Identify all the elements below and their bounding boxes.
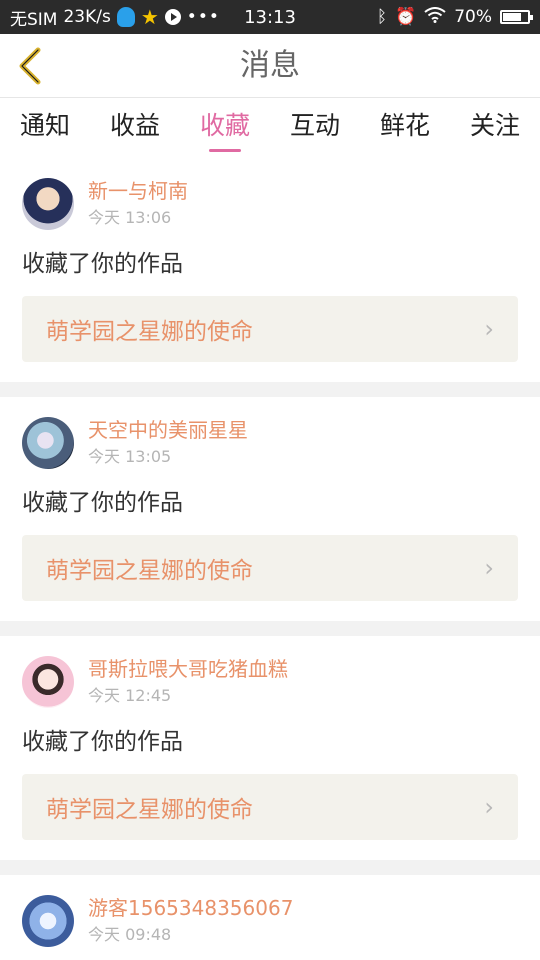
work-link[interactable]: 萌学园之星娜的使命 › [22,296,518,362]
tab-earnings[interactable]: 收益 [90,98,180,158]
active-tab-indicator [209,149,241,152]
tab-follows[interactable]: 关注 [450,98,540,158]
username[interactable]: 游客1565348356067 [88,895,293,921]
timestamp: 今天 13:05 [88,447,172,466]
timestamp: 今天 12:45 [88,686,172,705]
username[interactable]: 新一与柯南 [88,178,188,204]
message-list: 新一与柯南 今天 13:06 收藏了你的作品 萌学园之星娜的使命 › 天空中的美… [0,158,540,960]
list-item: 新一与柯南 今天 13:06 收藏了你的作品 萌学园之星娜的使命 › [0,158,540,382]
message-text: 收藏了你的作品 [22,490,183,516]
timestamp: 今天 13:06 [88,208,172,227]
tab-favorites[interactable]: 收藏 [180,98,270,158]
work-title: 萌学园之星娜的使命 [46,797,253,823]
tab-flowers[interactable]: 鲜花 [360,98,450,158]
message-text: 收藏了你的作品 [22,251,183,277]
work-title: 萌学园之星娜的使命 [46,558,253,584]
star-icon: ★ [140,5,159,29]
tab-bar: 通知 收益 收藏 互动 鲜花 关注 [0,98,540,158]
chevron-right-icon: › [484,554,494,582]
status-bar: 无SIM 23K/s ★ ••• 13:13 ᛒ ⏰ 70% [0,0,540,34]
avatar[interactable] [22,178,74,230]
list-item: 哥斯拉喂大哥吃猪血糕 今天 12:45 收藏了你的作品 萌学园之星娜的使命 › [0,636,540,860]
tab-notifications[interactable]: 通知 [0,98,90,158]
work-link[interactable]: 萌学园之星娜的使命 › [22,774,518,840]
chevron-right-icon: › [484,793,494,821]
wifi-icon [424,6,446,28]
carrier-label: 无SIM [10,9,58,30]
play-icon [164,9,181,25]
more-dots-icon: ••• [186,7,220,27]
avatar[interactable] [22,895,74,947]
avatar[interactable] [22,417,74,469]
alarm-icon: ⏰ [395,7,417,27]
avatar[interactable] [22,656,74,708]
username[interactable]: 哥斯拉喂大哥吃猪血糕 [88,656,288,682]
battery-icon [500,10,533,24]
network-speed: 23K/s [63,7,111,27]
battery-percent: 70% [454,7,492,27]
header: 消息 [0,34,540,98]
timestamp: 今天 09:48 [88,925,172,944]
qq-icon [116,7,135,27]
list-item: 天空中的美丽星星 今天 13:05 收藏了你的作品 萌学园之星娜的使命 › [0,397,540,621]
message-text: 收藏了你的作品 [22,729,183,755]
bluetooth-icon: ᛒ [376,7,388,27]
work-link[interactable]: 萌学园之星娜的使命 › [22,535,518,601]
tab-interactions[interactable]: 互动 [270,98,360,158]
chevron-right-icon: › [484,315,494,343]
list-item: 游客1565348356067 今天 09:48 [0,875,540,960]
work-title: 萌学园之星娜的使命 [46,319,253,345]
page-title: 消息 [240,48,300,83]
username[interactable]: 天空中的美丽星星 [88,417,248,443]
